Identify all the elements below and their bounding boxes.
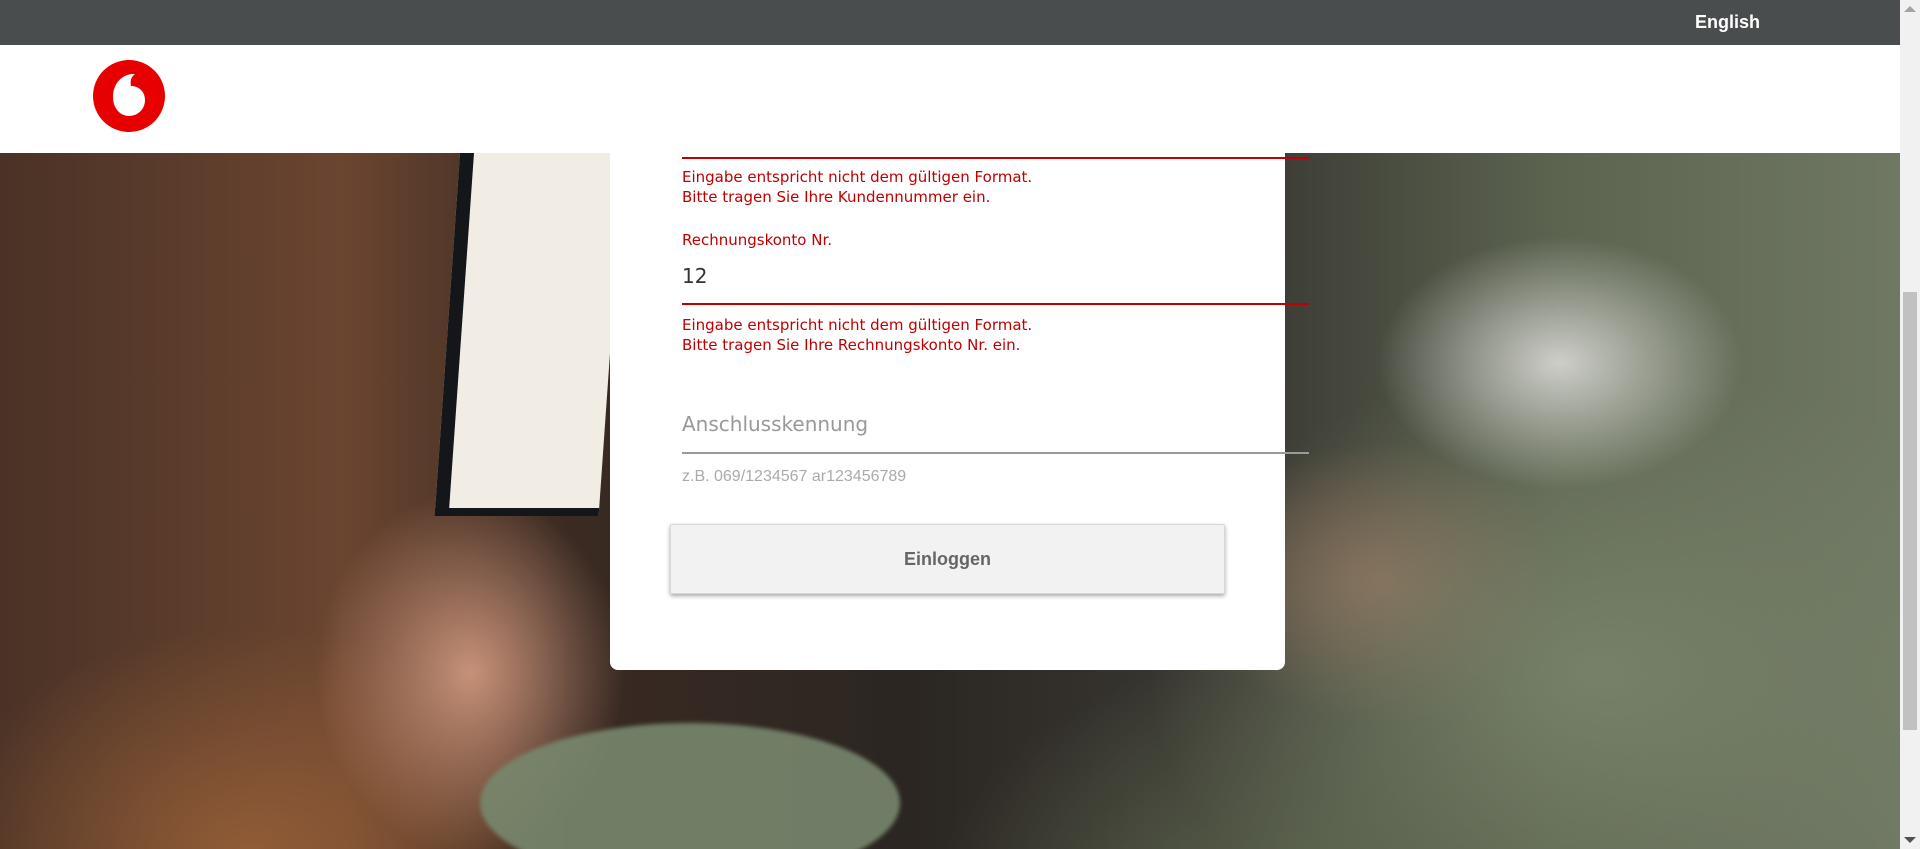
connection-id-underline [682,452,1309,454]
account-number-error: Eingabe entspricht nicht dem gültigen Fo… [682,315,1032,355]
scroll-down-icon[interactable] [1904,837,1916,843]
top-bar: English [0,0,1900,45]
account-number-input[interactable] [682,259,1309,293]
account-number-label: Rechnungskonto Nr. [682,231,833,249]
scroll-up-icon[interactable] [1904,6,1916,12]
page-scrollbar[interactable] [1900,0,1920,849]
error-text: Bitte tragen Sie Ihre Kundennummer ein. [682,188,991,206]
customer-number-underline [682,157,1309,159]
site-header [0,45,1900,153]
connection-id-input[interactable] [682,407,1309,441]
connection-id-hint: z.B. 069/1234567 ar123456789 [682,468,907,485]
error-text: Eingabe entspricht nicht dem gültigen Fo… [682,316,1033,334]
scroll-thumb[interactable] [1903,292,1917,730]
error-text: Eingabe entspricht nicht dem gültigen Fo… [682,168,1033,186]
login-button[interactable]: Einloggen [670,524,1225,594]
customer-number-error: Eingabe entspricht nicht dem gültigen Fo… [682,167,1032,207]
error-text: Bitte tragen Sie Ihre Rechnungskonto Nr.… [682,336,1021,354]
language-link[interactable]: English [1695,12,1760,33]
tablet-image [434,153,624,516]
account-number-underline [682,303,1309,305]
sleeve-image [480,723,900,849]
login-card: Eingabe entspricht nicht dem gültigen Fo… [610,153,1309,670]
vodafone-logo-icon[interactable] [93,60,165,132]
